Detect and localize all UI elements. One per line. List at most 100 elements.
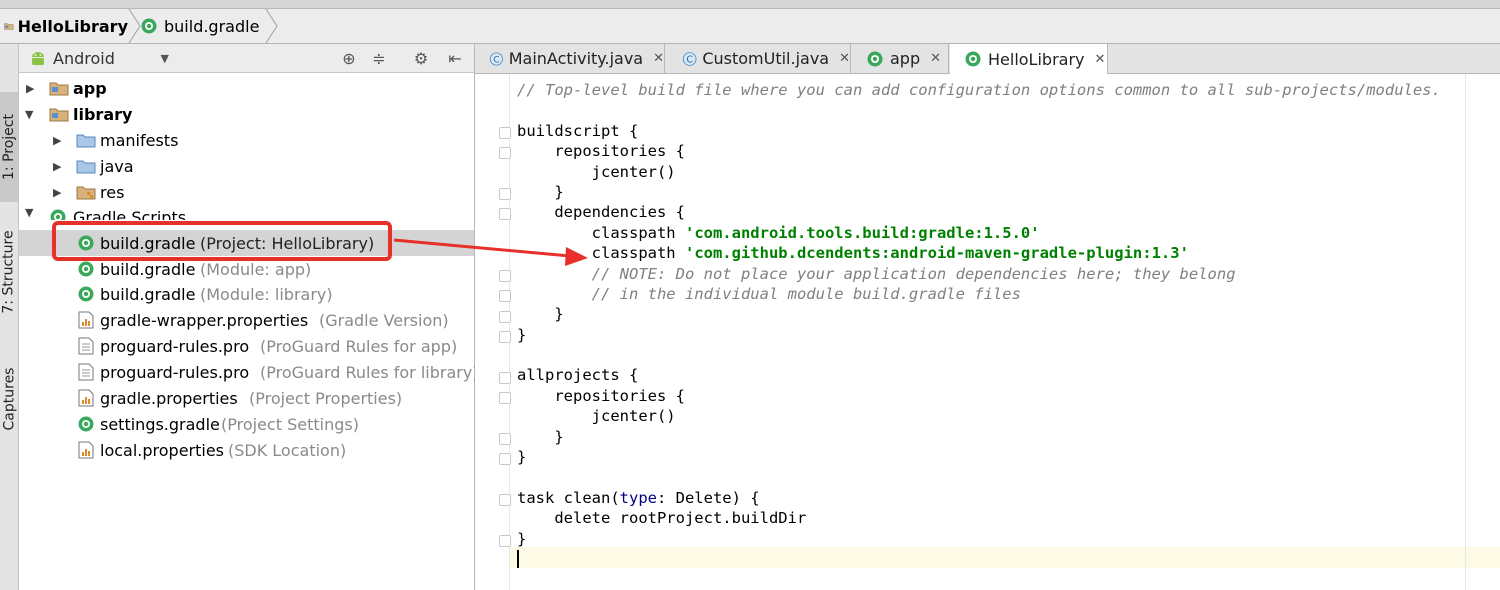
expand-arrow-icon[interactable]: ▶ xyxy=(26,82,34,95)
close-icon[interactable]: ✕ xyxy=(1095,52,1106,67)
tab-mainactivity[interactable]: C MainActivity.java ✕ xyxy=(475,44,665,73)
module-folder-icon xyxy=(49,82,69,96)
close-icon[interactable]: ✕ xyxy=(839,51,850,66)
breadcrumb-label: build.gradle xyxy=(164,16,260,36)
fold-marker-icon[interactable] xyxy=(499,147,511,159)
tree-item-settings-gradle[interactable]: settings.gradle (Project Settings) xyxy=(19,412,474,436)
folder-icon xyxy=(76,160,96,174)
code-line: allprojects { xyxy=(517,366,639,385)
fold-marker-icon[interactable] xyxy=(499,535,511,547)
tab-label: MainActivity.java xyxy=(508,49,644,68)
expand-arrow-icon[interactable]: ▶ xyxy=(53,186,61,199)
tree-item-hint: (ProGuard Rules for app) xyxy=(260,336,458,356)
svg-text:C: C xyxy=(686,54,693,65)
tree-item-local-properties[interactable]: local.properties (SDK Location) xyxy=(19,438,474,462)
text-caret xyxy=(517,550,519,568)
code-line: delete rootProject.buildDir xyxy=(517,509,807,528)
fold-marker-icon[interactable] xyxy=(499,188,511,200)
view-mode-dropdown[interactable]: Android ▼ xyxy=(29,46,169,70)
svg-text:C: C xyxy=(493,55,499,65)
tab-hellolibrary[interactable]: HelloLibrary ✕ xyxy=(950,44,1108,74)
tree-item-label: settings.gradle xyxy=(100,414,220,434)
collapse-arrow-icon[interactable]: ▼ xyxy=(25,108,33,121)
fold-marker-icon[interactable] xyxy=(499,127,511,139)
fold-marker-icon[interactable] xyxy=(499,494,511,506)
class-icon: C xyxy=(489,51,503,66)
class-icon: C xyxy=(682,51,697,66)
tool-tab-project[interactable]: 1: Project xyxy=(0,92,18,202)
code-line: jcenter() xyxy=(517,162,676,181)
code-line: buildscript { xyxy=(517,121,639,140)
res-folder-icon xyxy=(76,186,96,200)
tree-item-library[interactable]: ▼ library xyxy=(19,102,474,126)
tree-item-label: java xyxy=(100,156,134,176)
collapse-arrow-icon[interactable]: ▼ xyxy=(25,206,33,219)
gradle-icon xyxy=(78,416,94,432)
close-icon[interactable]: ✕ xyxy=(930,51,941,66)
tree-item-manifests[interactable]: ▶ manifests xyxy=(19,128,474,152)
close-icon[interactable]: ✕ xyxy=(653,51,664,66)
tab-app[interactable]: app ✕ xyxy=(852,44,949,73)
code-line: task clean(type: Delete) { xyxy=(517,488,760,507)
code-line: dependencies { xyxy=(517,203,685,222)
tree-item-label: local.properties xyxy=(100,440,225,460)
tool-tab-label: Captures xyxy=(1,367,17,431)
tree-item-app[interactable]: ▶ app xyxy=(19,76,474,100)
breadcrumb-item-project[interactable]: HelloLibrary xyxy=(4,9,141,43)
tool-tab-captures[interactable]: Captures xyxy=(0,344,18,454)
gradle-icon xyxy=(50,209,66,220)
expand-arrow-icon[interactable]: ▶ xyxy=(53,160,61,173)
tree-item-label: Gradle Scripts xyxy=(73,208,187,220)
breadcrumb-separator xyxy=(265,9,278,43)
code-line: } xyxy=(517,427,564,446)
tab-customutil[interactable]: C CustomUtil.java ✕ xyxy=(666,44,851,73)
tree-item-build-gradle-library[interactable]: build.gradle (Module: library) xyxy=(19,282,474,306)
fold-marker-icon[interactable] xyxy=(499,331,511,343)
code-line: } xyxy=(517,182,564,201)
tree-item-label: build.gradle xyxy=(100,259,196,279)
gear-icon[interactable]: ⚙ xyxy=(411,48,431,68)
code-line: } xyxy=(517,448,527,467)
crosshair-icon[interactable]: ⊕ xyxy=(339,48,359,68)
properties-icon xyxy=(78,311,94,329)
tree-item-label: app xyxy=(73,78,107,98)
tree-item-java[interactable]: ▶ java xyxy=(19,154,474,178)
tree-item-label: res xyxy=(100,182,125,202)
tree-item-label: proguard-rules.pro xyxy=(100,336,250,356)
fold-marker-icon[interactable] xyxy=(499,392,511,404)
tree-item-gradle-wrapper-properties[interactable]: gradle-wrapper.properties (Gradle Versio… xyxy=(19,308,474,332)
tree-item-gradle-scripts[interactable]: ▼ Gradle Scripts xyxy=(19,206,474,220)
gradle-icon xyxy=(965,51,981,67)
hide-panel-icon[interactable]: ⇤ xyxy=(445,48,465,68)
code-editor[interactable]: // Top-level build file where you can ad… xyxy=(475,74,1500,590)
code-line: } xyxy=(517,305,564,324)
fold-marker-icon[interactable] xyxy=(499,290,511,302)
collapse-all-icon[interactable]: ≑ xyxy=(369,48,389,68)
code-line: jcenter() xyxy=(517,407,676,426)
code-line: // Top-level build file where you can ad… xyxy=(517,81,1441,99)
expand-arrow-icon[interactable]: ▶ xyxy=(53,134,61,147)
tree-item-label: gradle.properties xyxy=(100,388,238,408)
fold-marker-icon[interactable] xyxy=(499,311,511,323)
code-line: repositories { xyxy=(517,386,685,405)
fold-marker-icon[interactable] xyxy=(499,372,511,384)
tree-item-proguard-app[interactable]: proguard-rules.pro (ProGuard Rules for a… xyxy=(19,334,474,358)
code-line: // in the individual module build.gradle… xyxy=(517,284,1021,303)
tree-item-gradle-properties[interactable]: gradle.properties (Project Properties) xyxy=(19,386,474,410)
tree-item-res[interactable]: ▶ res xyxy=(19,180,474,204)
fold-marker-icon[interactable] xyxy=(499,208,511,220)
tab-label: CustomUtil.java xyxy=(702,49,830,68)
tool-tab-structure[interactable]: 7: Structure xyxy=(0,212,18,332)
view-mode-label: Android xyxy=(53,48,115,68)
tree-item-proguard-library[interactable]: proguard-rules.pro (ProGuard Rules for l… xyxy=(19,360,479,384)
breadcrumb-item-file[interactable]: build.gradle xyxy=(140,9,278,43)
fold-marker-icon[interactable] xyxy=(499,270,511,282)
gradle-icon xyxy=(78,261,94,277)
tree-item-label: build.gradle xyxy=(100,284,196,304)
breadcrumb-label: HelloLibrary xyxy=(17,16,128,36)
code-line: repositories { xyxy=(517,142,685,161)
fold-marker-icon[interactable] xyxy=(499,433,511,445)
fold-marker-icon[interactable] xyxy=(499,453,511,465)
